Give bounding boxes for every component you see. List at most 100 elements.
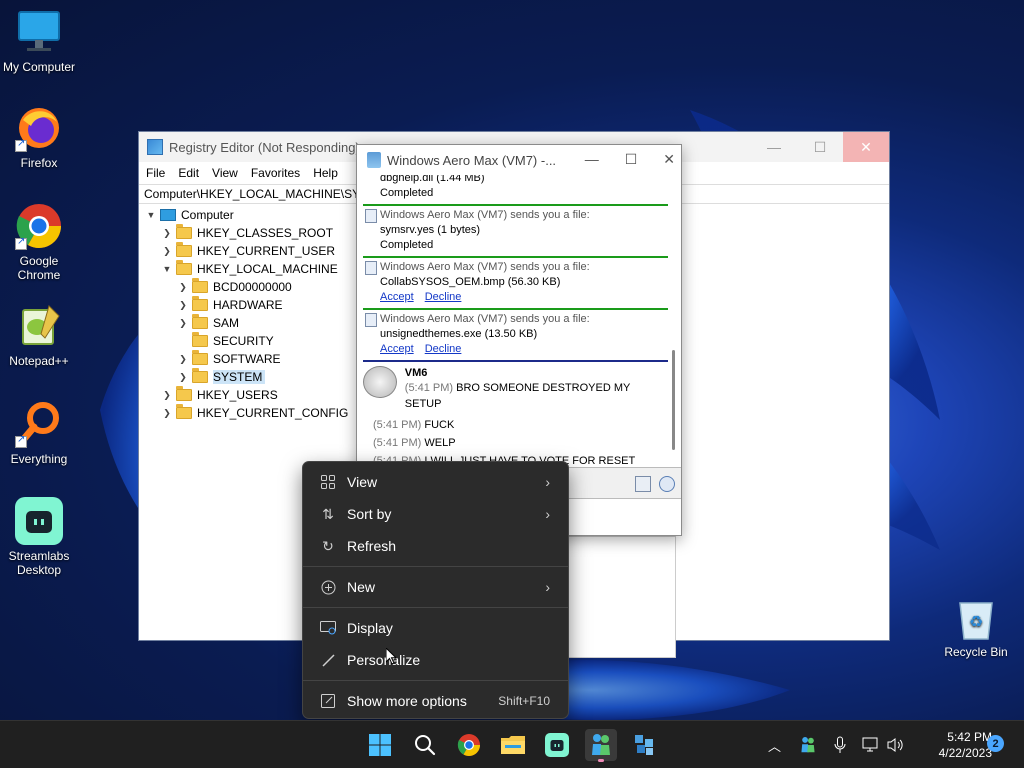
desktop-icon-streamlabs[interactable]: Streamlabs Desktop [0, 497, 78, 577]
file-transfer-item: Windows Aero Max (VM7) sends you a file:… [363, 258, 668, 310]
minimize-button[interactable]: — [751, 132, 797, 162]
tree-item-bcd[interactable]: ❯ BCD00000000 [177, 278, 292, 296]
chevron-right-icon[interactable]: ❯ [161, 246, 173, 257]
folder-icon [501, 736, 525, 754]
recycle-bin-icon: ♻ [956, 597, 996, 641]
chevron-right-icon: › [545, 474, 550, 490]
tree-item-system[interactable]: ❯ SYSTEM [177, 368, 266, 386]
tree-item-hkcc[interactable]: ❯ HKEY_CURRENT_CONFIG [161, 404, 348, 422]
file-icon [365, 209, 377, 223]
menu-file[interactable]: File [146, 166, 165, 180]
close-button[interactable]: ✕ [843, 132, 889, 162]
menu-separator [303, 680, 568, 681]
folder-icon [192, 296, 208, 311]
shortcut-hint: Shift+F10 [498, 694, 550, 708]
chevron-down-icon[interactable]: ▼ [145, 210, 157, 220]
history-icon[interactable] [659, 476, 675, 492]
tray-microphone[interactable] [834, 721, 846, 768]
chevron-right-icon[interactable]: ❯ [177, 354, 189, 365]
tree-item-software[interactable]: ❯ SOFTWARE [177, 350, 281, 368]
taskbar-chrome[interactable] [453, 729, 485, 761]
notepadpp-icon [15, 302, 63, 350]
grid-icon [319, 473, 337, 491]
tree-item-computer[interactable]: ▼ Computer [145, 206, 234, 224]
chevron-right-icon[interactable]: ❯ [177, 282, 189, 293]
menu-item-show-more-options[interactable]: Show more options Shift+F10 [307, 686, 564, 716]
desktop-context-menu: View › ⇅ Sort by › ↻ Refresh New › Displ… [302, 461, 569, 719]
desktop-icon-label: Everything [10, 452, 68, 466]
chevron-right-icon[interactable]: ❯ [161, 228, 173, 239]
desktop-icon-everything[interactable]: Everything [0, 400, 78, 466]
svg-text:♻: ♻ [969, 614, 983, 631]
tray-messenger[interactable] [800, 721, 816, 768]
chevron-up-icon: ︿ [768, 738, 782, 754]
search-icon [415, 735, 436, 756]
menu-item-sort-by[interactable]: ⇅ Sort by › [307, 499, 564, 529]
taskbar-regedit[interactable] [629, 729, 661, 761]
transfer-header: Windows Aero Max (VM7) sends you a file: [380, 313, 590, 325]
chevron-right-icon[interactable]: ❯ [161, 408, 173, 419]
message-line: (5:41 PM) BRO SOMEONE DESTROYED MY SETUP [404, 382, 631, 410]
menu-item-new[interactable]: New › [307, 572, 564, 602]
menu-help[interactable]: Help [313, 166, 338, 180]
taskbar-streamlabs[interactable] [541, 729, 573, 761]
desktop-icon-notepadpp[interactable]: Notepad++ [0, 302, 78, 368]
accept-link[interactable]: Accept [380, 343, 414, 355]
menu-item-personalize[interactable]: Personalize [307, 645, 564, 675]
chevron-right-icon: › [545, 506, 550, 522]
minimize-button[interactable]: — [585, 151, 599, 168]
tray-network[interactable] [862, 721, 880, 768]
send-file-icon[interactable] [635, 476, 651, 492]
menu-item-view[interactable]: View › [307, 467, 564, 497]
chat-title: Windows Aero Max (VM7) -... [387, 152, 557, 168]
folder-icon [192, 332, 208, 347]
search-button[interactable] [409, 729, 441, 761]
accept-link[interactable]: Accept [380, 291, 414, 303]
taskbar-messenger-active[interactable] [585, 729, 617, 762]
tree-item-hku[interactable]: ❯ HKEY_USERS [161, 386, 278, 404]
decline-link[interactable]: Decline [425, 291, 462, 303]
maximize-button[interactable]: ☐ [797, 132, 843, 162]
menu-edit[interactable]: Edit [178, 166, 199, 180]
messenger-icon [592, 734, 610, 755]
taskbar-clock[interactable]: 5:42 PM 4/22/2023 [912, 729, 992, 761]
chevron-right-icon[interactable]: ❯ [177, 372, 189, 383]
clock-date: 4/22/2023 [938, 746, 992, 760]
taskbar-file-explorer[interactable] [497, 729, 529, 761]
chevron-right-icon[interactable]: ❯ [161, 390, 173, 401]
menu-item-refresh[interactable]: ↻ Refresh [307, 531, 564, 561]
message-group: VM6 (5:41 PM) BRO SOMEONE DESTROYED MY S… [363, 366, 668, 412]
chat-scrollbar[interactable] [672, 350, 675, 450]
chevron-right-icon[interactable]: ❯ [177, 300, 189, 311]
chevron-right-icon[interactable]: ❯ [177, 318, 189, 329]
open-external-icon [319, 692, 337, 710]
close-button[interactable]: ✕ [663, 151, 675, 168]
tree-item-hkcu[interactable]: ❯ HKEY_CURRENT_USER [161, 242, 335, 260]
clock-time: 5:42 PM [947, 730, 992, 744]
tree-item-security[interactable]: SECURITY [177, 332, 274, 350]
decline-link[interactable]: Decline [425, 343, 462, 355]
notification-badge[interactable]: 2 [987, 735, 1004, 752]
tray-volume[interactable] [887, 721, 905, 768]
menu-favorites[interactable]: Favorites [251, 166, 300, 180]
tree-item-hklm[interactable]: ▼ HKEY_LOCAL_MACHINE [161, 260, 338, 278]
volume-icon [887, 738, 903, 752]
add-circle-icon [319, 578, 337, 596]
menu-view[interactable]: View [212, 166, 238, 180]
tree-item-hkcr[interactable]: ❯ HKEY_CLASSES_ROOT [161, 224, 333, 242]
tree-item-hardware[interactable]: ❯ HARDWARE [177, 296, 283, 314]
desktop-icon-my-computer[interactable]: My Computer [0, 8, 78, 74]
tray-overflow-chevron[interactable]: ︿ [768, 721, 781, 768]
chevron-down-icon[interactable]: ▼ [161, 264, 173, 274]
microphone-icon [834, 736, 846, 753]
desktop-icon-recycle-bin[interactable]: ♻ Recycle Bin [940, 597, 1012, 659]
menu-item-display[interactable]: Display [307, 613, 564, 643]
desktop-icon-label: Notepad++ [9, 354, 69, 368]
desktop-icon-firefox[interactable]: Firefox [0, 104, 78, 170]
transfer-status: Completed [380, 239, 434, 251]
desktop-icon-label: Google Chrome [17, 254, 61, 282]
maximize-button[interactable]: ☐ [625, 151, 638, 168]
desktop-icon-chrome[interactable]: Google Chrome [0, 202, 78, 282]
tree-item-sam[interactable]: ❯ SAM [177, 314, 239, 332]
start-button[interactable] [364, 729, 396, 761]
